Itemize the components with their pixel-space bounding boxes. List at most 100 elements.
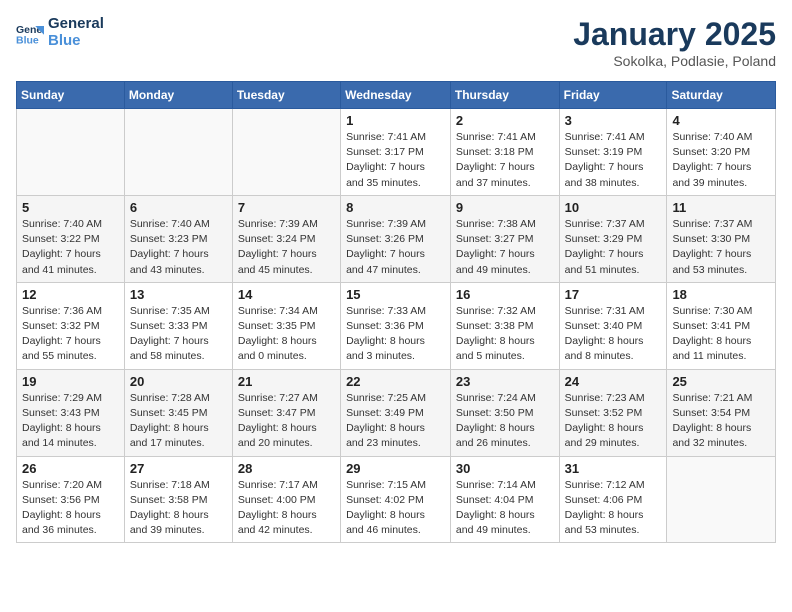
day-number: 23 bbox=[456, 374, 554, 389]
day-number: 6 bbox=[130, 200, 227, 215]
day-cell: 22 Sunrise: 7:25 AM Sunset: 3:49 PM Dayli… bbox=[341, 369, 451, 456]
day-info: Sunrise: 7:41 AM Sunset: 3:18 PM Dayligh… bbox=[456, 130, 554, 191]
weekday-header-sunday: Sunday bbox=[17, 82, 125, 109]
day-cell: 29 Sunrise: 7:15 AM Sunset: 4:02 PM Dayli… bbox=[341, 456, 451, 543]
calendar-table: SundayMondayTuesdayWednesdayThursdayFrid… bbox=[16, 81, 776, 543]
day-info: Sunrise: 7:36 AM Sunset: 3:32 PM Dayligh… bbox=[22, 304, 119, 365]
day-cell: 17Sunrise: 7:31 AM Sunset: 3:40 PM Dayli… bbox=[559, 282, 667, 369]
day-info: Sunrise: 7:31 AM Sunset: 3:40 PM Dayligh… bbox=[565, 304, 662, 365]
day-cell bbox=[17, 109, 125, 196]
day-cell: 9 Sunrise: 7:38 AM Sunset: 3:27 PM Daylig… bbox=[450, 195, 559, 282]
day-info: Sunrise: 7:40 AM Sunset: 3:22 PM Dayligh… bbox=[22, 217, 119, 278]
day-info: Sunrise: 7:39 AM Sunset: 3:24 PM Dayligh… bbox=[238, 217, 335, 278]
day-number: 19 bbox=[22, 374, 119, 389]
day-info: Sunrise: 7:30 AM Sunset: 3:41 PM Dayligh… bbox=[672, 304, 770, 365]
day-cell: 30Sunrise: 7:14 AM Sunset: 4:04 PM Dayli… bbox=[450, 456, 559, 543]
day-number: 10 bbox=[565, 200, 662, 215]
calendar-subtitle: Sokolka, Podlasie, Poland bbox=[573, 53, 776, 69]
day-number: 8 bbox=[346, 200, 445, 215]
day-info: Sunrise: 7:12 AM Sunset: 4:06 PM Dayligh… bbox=[565, 478, 662, 539]
calendar-title: January 2025 bbox=[573, 16, 776, 53]
day-number: 13 bbox=[130, 287, 227, 302]
day-cell: 14 Sunrise: 7:34 AM Sunset: 3:35 PM Dayli… bbox=[232, 282, 340, 369]
weekday-header-saturday: Saturday bbox=[667, 82, 776, 109]
day-info: Sunrise: 7:37 AM Sunset: 3:30 PM Dayligh… bbox=[672, 217, 770, 278]
day-cell: 3 Sunrise: 7:41 AM Sunset: 3:19 PM Daylig… bbox=[559, 109, 667, 196]
day-number: 7 bbox=[238, 200, 335, 215]
day-cell: 21 Sunrise: 7:27 AM Sunset: 3:47 PM Dayli… bbox=[232, 369, 340, 456]
day-number: 29 bbox=[346, 461, 445, 476]
day-info: Sunrise: 7:38 AM Sunset: 3:27 PM Dayligh… bbox=[456, 217, 554, 278]
day-cell: 23 Sunrise: 7:24 AM Sunset: 3:50 PM Dayli… bbox=[450, 369, 559, 456]
weekday-header-friday: Friday bbox=[559, 82, 667, 109]
day-info: Sunrise: 7:28 AM Sunset: 3:45 PM Dayligh… bbox=[130, 391, 227, 452]
day-info: Sunrise: 7:33 AM Sunset: 3:36 PM Dayligh… bbox=[346, 304, 445, 365]
day-number: 24 bbox=[565, 374, 662, 389]
day-info: Sunrise: 7:40 AM Sunset: 3:23 PM Dayligh… bbox=[130, 217, 227, 278]
day-cell: 8 Sunrise: 7:39 AM Sunset: 3:26 PM Daylig… bbox=[341, 195, 451, 282]
day-info: Sunrise: 7:34 AM Sunset: 3:35 PM Dayligh… bbox=[238, 304, 335, 365]
day-number: 20 bbox=[130, 374, 227, 389]
header: General Blue General Blue January 2025 S… bbox=[16, 16, 776, 69]
day-cell: 28 Sunrise: 7:17 AM Sunset: 4:00 PM Dayli… bbox=[232, 456, 340, 543]
day-info: Sunrise: 7:39 AM Sunset: 3:26 PM Dayligh… bbox=[346, 217, 445, 278]
day-number: 28 bbox=[238, 461, 335, 476]
calendar-header: SundayMondayTuesdayWednesdayThursdayFrid… bbox=[17, 82, 776, 109]
day-cell: 27Sunrise: 7:18 AM Sunset: 3:58 PM Dayli… bbox=[124, 456, 232, 543]
weekday-row: SundayMondayTuesdayWednesdayThursdayFrid… bbox=[17, 82, 776, 109]
day-cell bbox=[232, 109, 340, 196]
day-info: Sunrise: 7:21 AM Sunset: 3:54 PM Dayligh… bbox=[672, 391, 770, 452]
title-area: January 2025 Sokolka, Podlasie, Poland bbox=[573, 16, 776, 69]
weekday-header-thursday: Thursday bbox=[450, 82, 559, 109]
day-info: Sunrise: 7:24 AM Sunset: 3:50 PM Dayligh… bbox=[456, 391, 554, 452]
svg-text:Blue: Blue bbox=[16, 34, 39, 46]
day-number: 22 bbox=[346, 374, 445, 389]
weekday-header-wednesday: Wednesday bbox=[341, 82, 451, 109]
day-cell bbox=[667, 456, 776, 543]
day-cell: 31 Sunrise: 7:12 AM Sunset: 4:06 PM Dayli… bbox=[559, 456, 667, 543]
day-cell: 13Sunrise: 7:35 AM Sunset: 3:33 PM Dayli… bbox=[124, 282, 232, 369]
week-row-2: 5 Sunrise: 7:40 AM Sunset: 3:22 PM Daylig… bbox=[17, 195, 776, 282]
day-cell: 7 Sunrise: 7:39 AM Sunset: 3:24 PM Daylig… bbox=[232, 195, 340, 282]
day-info: Sunrise: 7:23 AM Sunset: 3:52 PM Dayligh… bbox=[565, 391, 662, 452]
logo-icon: General Blue bbox=[16, 19, 44, 47]
weekday-header-tuesday: Tuesday bbox=[232, 82, 340, 109]
day-info: Sunrise: 7:15 AM Sunset: 4:02 PM Dayligh… bbox=[346, 478, 445, 539]
day-number: 21 bbox=[238, 374, 335, 389]
day-cell: 10 Sunrise: 7:37 AM Sunset: 3:29 PM Dayli… bbox=[559, 195, 667, 282]
day-cell: 4Sunrise: 7:40 AM Sunset: 3:20 PM Daylig… bbox=[667, 109, 776, 196]
day-info: Sunrise: 7:17 AM Sunset: 4:00 PM Dayligh… bbox=[238, 478, 335, 539]
calendar-body: 1Sunrise: 7:41 AM Sunset: 3:17 PM Daylig… bbox=[17, 109, 776, 543]
logo: General Blue General Blue bbox=[16, 16, 104, 49]
day-number: 4 bbox=[672, 113, 770, 128]
day-number: 14 bbox=[238, 287, 335, 302]
day-number: 16 bbox=[456, 287, 554, 302]
day-number: 2 bbox=[456, 113, 554, 128]
day-number: 26 bbox=[22, 461, 119, 476]
day-number: 9 bbox=[456, 200, 554, 215]
day-number: 12 bbox=[22, 287, 119, 302]
day-info: Sunrise: 7:37 AM Sunset: 3:29 PM Dayligh… bbox=[565, 217, 662, 278]
day-cell: 6 Sunrise: 7:40 AM Sunset: 3:23 PM Daylig… bbox=[124, 195, 232, 282]
day-info: Sunrise: 7:20 AM Sunset: 3:56 PM Dayligh… bbox=[22, 478, 119, 539]
day-cell: 24 Sunrise: 7:23 AM Sunset: 3:52 PM Dayli… bbox=[559, 369, 667, 456]
weekday-header-monday: Monday bbox=[124, 82, 232, 109]
day-number: 18 bbox=[672, 287, 770, 302]
day-number: 30 bbox=[456, 461, 554, 476]
day-info: Sunrise: 7:27 AM Sunset: 3:47 PM Dayligh… bbox=[238, 391, 335, 452]
day-info: Sunrise: 7:41 AM Sunset: 3:17 PM Dayligh… bbox=[346, 130, 445, 191]
day-number: 31 bbox=[565, 461, 662, 476]
day-info: Sunrise: 7:41 AM Sunset: 3:19 PM Dayligh… bbox=[565, 130, 662, 191]
day-cell: 15Sunrise: 7:33 AM Sunset: 3:36 PM Dayli… bbox=[341, 282, 451, 369]
day-info: Sunrise: 7:25 AM Sunset: 3:49 PM Dayligh… bbox=[346, 391, 445, 452]
day-number: 5 bbox=[22, 200, 119, 215]
day-info: Sunrise: 7:18 AM Sunset: 3:58 PM Dayligh… bbox=[130, 478, 227, 539]
day-number: 11 bbox=[672, 200, 770, 215]
day-number: 3 bbox=[565, 113, 662, 128]
day-number: 25 bbox=[672, 374, 770, 389]
day-cell: 25 Sunrise: 7:21 AM Sunset: 3:54 PM Dayli… bbox=[667, 369, 776, 456]
day-cell: 20 Sunrise: 7:28 AM Sunset: 3:45 PM Dayli… bbox=[124, 369, 232, 456]
week-row-1: 1Sunrise: 7:41 AM Sunset: 3:17 PM Daylig… bbox=[17, 109, 776, 196]
day-cell: 12 Sunrise: 7:36 AM Sunset: 3:32 PM Dayli… bbox=[17, 282, 125, 369]
logo-blue: Blue bbox=[48, 33, 104, 50]
